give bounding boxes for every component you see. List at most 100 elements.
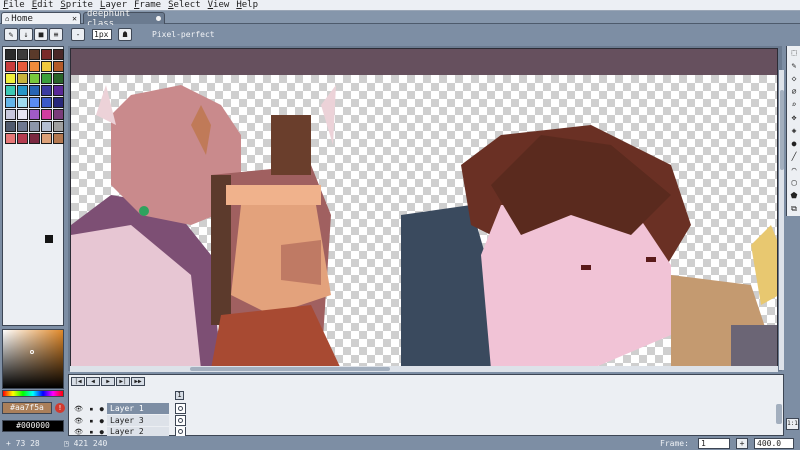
palette-swatch[interactable] <box>5 97 16 108</box>
brush-size-input[interactable]: 1px <box>92 29 112 40</box>
palette-swatch[interactable] <box>29 85 40 96</box>
palette-swatch[interactable] <box>5 85 16 96</box>
square-brush-icon[interactable]: ■ <box>34 28 48 41</box>
menu-edit[interactable]: Edit <box>29 0 58 10</box>
move-icon[interactable]: ✥ <box>788 112 800 124</box>
visibility-icon[interactable]: 👁 <box>74 417 83 425</box>
background-color-button[interactable]: #000000 <box>2 420 64 432</box>
unsaved-dot-icon[interactable] <box>156 16 161 21</box>
onion-skin-icon[interactable]: 1:1 <box>786 418 799 430</box>
layer-row[interactable]: 👁 ▪ ● Layer 2 <box>69 427 785 436</box>
tab-document[interactable]: deephunt class <box>83 9 165 29</box>
zoom-input[interactable]: 400.0 <box>754 438 794 449</box>
menu-help[interactable]: Help <box>233 0 262 10</box>
continuous-icon[interactable]: ● <box>100 405 104 413</box>
frame-header[interactable]: 1 <box>175 391 184 400</box>
visibility-icon[interactable]: 👁 <box>74 405 83 413</box>
palette-swatch[interactable] <box>29 73 40 84</box>
timeline-scrollbar[interactable] <box>776 404 782 424</box>
palette-swatch[interactable] <box>29 61 40 72</box>
palette-swatch[interactable] <box>41 109 52 120</box>
continuous-icon[interactable]: ● <box>100 428 104 436</box>
curve-icon[interactable]: ⌒ <box>788 164 800 176</box>
color-picker-cursor[interactable] <box>30 350 34 354</box>
palette-swatch[interactable] <box>5 133 16 144</box>
first-frame-icon[interactable]: |◀ <box>71 377 85 386</box>
previous-frame-icon[interactable]: ◀ <box>86 377 100 386</box>
palette-swatch[interactable] <box>17 121 28 132</box>
lock-icon[interactable]: ▪ <box>89 428 93 436</box>
palette-swatch[interactable] <box>53 97 64 108</box>
play-icon[interactable]: ▶ <box>101 377 115 386</box>
palette-swatch[interactable] <box>17 85 28 96</box>
palette-swatch[interactable] <box>41 61 52 72</box>
palette-swatch[interactable] <box>53 85 64 96</box>
palette-swatch[interactable] <box>29 109 40 120</box>
palette-swatch[interactable] <box>41 97 52 108</box>
menu-select[interactable]: Select <box>165 0 205 10</box>
palette-swatch[interactable] <box>5 73 16 84</box>
menu-view[interactable]: View <box>205 0 234 10</box>
continuous-icon[interactable]: ● <box>100 417 104 425</box>
palette-swatch[interactable] <box>53 73 64 84</box>
palette-swatch[interactable] <box>29 133 40 144</box>
add-frame-button[interactable]: + <box>736 438 748 449</box>
pencil-icon[interactable]: ✎ <box>4 28 18 41</box>
canvas-vertical-scrollbar[interactable] <box>778 70 784 370</box>
marquee-icon[interactable]: ⬚ <box>788 47 800 59</box>
palette-swatch[interactable] <box>29 97 40 108</box>
palette-swatch[interactable] <box>17 109 28 120</box>
lock-icon[interactable]: ▪ <box>89 405 93 413</box>
palette-swatch[interactable] <box>53 109 64 120</box>
palette-swatch[interactable] <box>53 61 64 72</box>
frame-input[interactable]: 1 <box>698 438 730 449</box>
palette-swatch[interactable] <box>53 121 64 132</box>
layer-cel[interactable] <box>175 415 186 426</box>
foreground-color-button[interactable]: #aa7f5a <box>2 402 52 414</box>
close-icon[interactable]: ✕ <box>72 14 77 23</box>
minus-icon[interactable]: - <box>71 28 85 41</box>
layer-row[interactable]: 👁 ▪ ● Layer 1 <box>69 403 785 414</box>
layer-cel[interactable] <box>175 427 186 436</box>
line-icon[interactable]: ╱ <box>788 151 800 163</box>
arrow-down-icon[interactable]: ↓ <box>19 28 33 41</box>
palette-swatch[interactable] <box>41 121 52 132</box>
menu-file[interactable]: File <box>0 0 29 10</box>
warning-icon[interactable]: ! <box>55 403 65 413</box>
tab-home[interactable]: ⌂ Home ✕ <box>1 12 81 24</box>
palette-swatch[interactable] <box>5 49 16 60</box>
palette-swatch[interactable] <box>17 61 28 72</box>
eraser-icon[interactable]: ◇ <box>788 73 800 85</box>
palette-swatch[interactable] <box>17 97 28 108</box>
contour-icon[interactable]: ⬟ <box>788 190 800 202</box>
pencil-tool-icon[interactable]: ✎ <box>788 60 800 72</box>
lock-icon[interactable]: ▪ <box>89 417 93 425</box>
palette-swatch[interactable] <box>41 133 52 144</box>
palette-swatch[interactable] <box>17 49 28 60</box>
palette-swatch-extra[interactable] <box>45 235 53 243</box>
layer-name[interactable]: Layer 3 <box>107 415 169 426</box>
layer-cel[interactable] <box>175 403 186 414</box>
palette-swatch[interactable] <box>17 73 28 84</box>
palette-swatch[interactable] <box>41 85 52 96</box>
palette-swatch[interactable] <box>17 133 28 144</box>
palette-swatch[interactable] <box>41 73 52 84</box>
layer-name[interactable]: Layer 1 <box>107 403 169 414</box>
slice-icon[interactable]: ⧉ <box>788 203 800 215</box>
layer-name[interactable]: Layer 2 <box>107 427 169 436</box>
next-frame-icon[interactable]: ▶| <box>116 377 130 386</box>
menu-lines-icon[interactable]: ≡ <box>49 28 63 41</box>
eyedropper-icon[interactable]: ⌀ <box>788 86 800 98</box>
sprite-canvas[interactable] <box>70 48 778 368</box>
paint-bucket-icon[interactable]: ◈ <box>788 125 800 137</box>
palette-swatch[interactable] <box>41 49 52 60</box>
palette-swatch[interactable] <box>29 121 40 132</box>
hue-slider[interactable] <box>2 390 64 397</box>
color-spectrum[interactable] <box>2 329 64 389</box>
rectangle-icon[interactable]: ▢ <box>788 177 800 189</box>
palette-swatch[interactable] <box>5 61 16 72</box>
pixel-perfect-toggle[interactable]: Pixel-perfect <box>152 30 215 39</box>
palette-swatch[interactable] <box>29 49 40 60</box>
blur-icon[interactable]: ● <box>788 138 800 150</box>
visibility-icon[interactable]: 👁 <box>74 428 83 436</box>
